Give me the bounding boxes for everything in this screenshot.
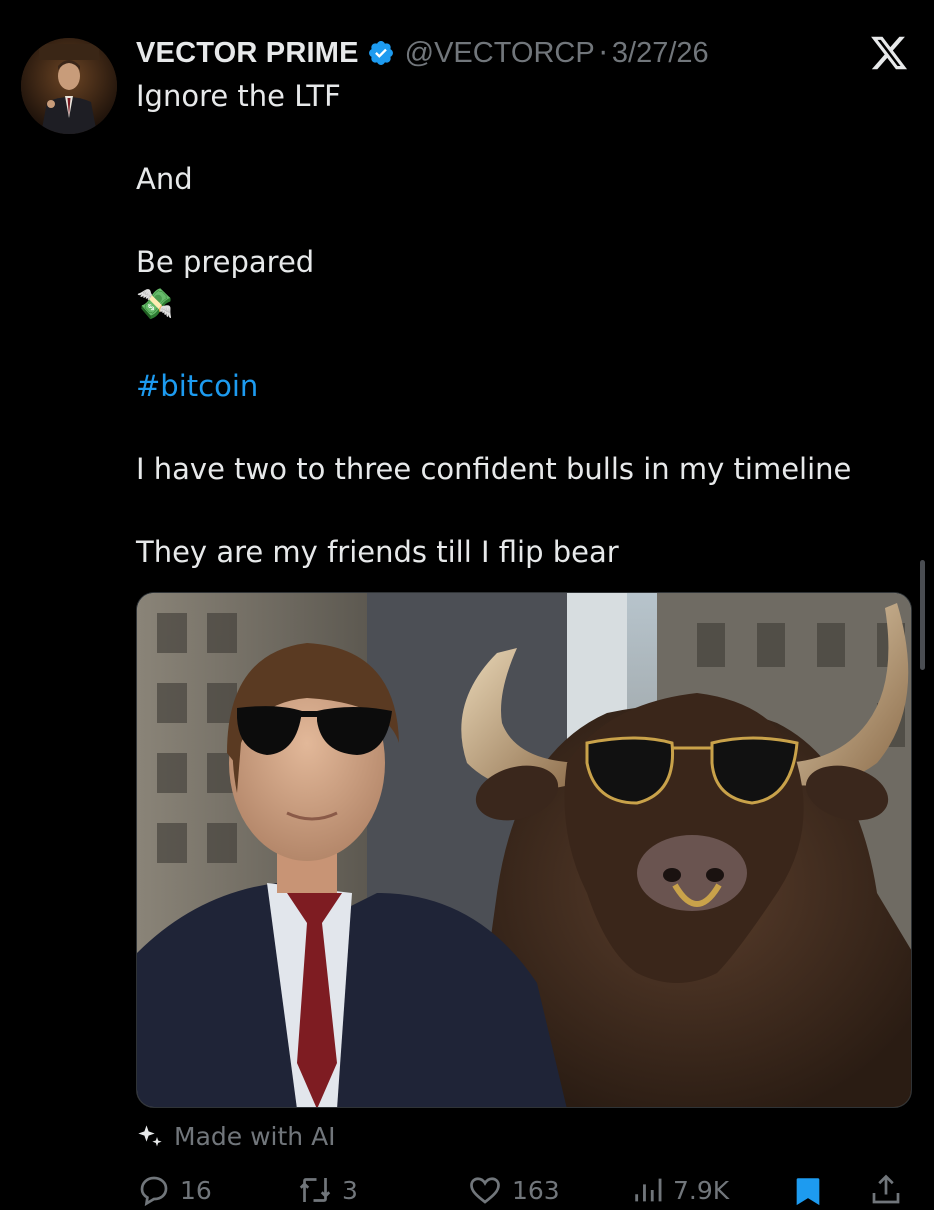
heart-icon (470, 1177, 500, 1204)
x-logo-icon[interactable] (869, 33, 909, 73)
tweet-line: I have two to three confident bulls in m… (136, 452, 852, 486)
hashtag-link[interactable]: #bitcoin (136, 366, 896, 408)
scrollbar[interactable] (920, 560, 925, 670)
verified-badge-icon (368, 41, 393, 65)
repost-count: 3 (342, 1175, 358, 1205)
avatar[interactable] (21, 38, 117, 134)
views-count: 7.9K (673, 1175, 730, 1205)
tweet-actions: 16 3 163 7.9K (136, 1168, 912, 1208)
views-icon (635, 1178, 662, 1202)
sparkle-icon (138, 1124, 162, 1146)
tweet-date[interactable]: 3/27/26 (612, 37, 709, 70)
reply-icon (140, 1176, 168, 1207)
tweet-text: Ignore the LTF And Be prepared 💸 #bitcoi… (136, 76, 896, 574)
repost-icon (299, 1178, 331, 1202)
display-name[interactable]: VECTOR PRIME (136, 37, 359, 70)
made-with-ai-label[interactable]: Made with AI (136, 1122, 336, 1151)
tweet-line: And (136, 162, 193, 196)
views-button[interactable]: 7.9K (631, 1172, 729, 1208)
money-with-wings-emoji: 💸 (136, 286, 174, 322)
like-count: 163 (512, 1175, 560, 1205)
tweet-header: VECTOR PRIME @VECTORCP · 3/27/26 (136, 33, 709, 73)
bookmark-icon (796, 1178, 820, 1206)
tweet-line: Ignore the LTF (136, 79, 341, 113)
reply-count: 16 (180, 1175, 212, 1205)
share-icon (872, 1174, 900, 1204)
tweet-media[interactable] (136, 592, 912, 1108)
like-button[interactable]: 163 (466, 1172, 560, 1208)
tweet-line: They are my friends till I flip bear (136, 535, 619, 569)
made-with-ai-text: Made with AI (174, 1122, 336, 1151)
tweet-line: Be prepared (136, 245, 315, 279)
bookmark-button[interactable] (791, 1172, 833, 1210)
user-handle[interactable]: @VECTORCP (405, 37, 595, 70)
avatar-image (21, 38, 117, 134)
share-button[interactable] (868, 1172, 912, 1208)
media-image (137, 593, 911, 1107)
repost-button[interactable]: 3 (296, 1172, 358, 1208)
header-separator: · (598, 36, 608, 70)
reply-button[interactable]: 16 (136, 1172, 212, 1208)
